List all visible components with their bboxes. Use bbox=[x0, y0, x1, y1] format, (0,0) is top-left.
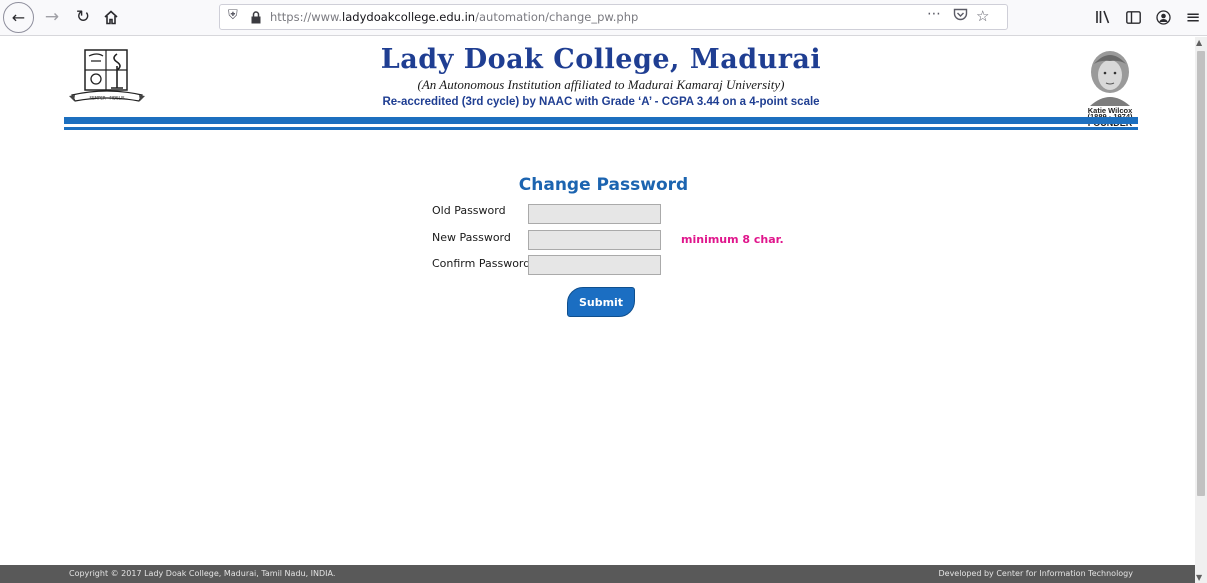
home-icon[interactable] bbox=[96, 2, 126, 32]
scroll-up-icon[interactable]: ▲ bbox=[1196, 38, 1202, 47]
page-title: Change Password bbox=[518, 175, 689, 195]
reload-icon[interactable]: ↻ bbox=[68, 2, 98, 32]
sidebar-icon[interactable] bbox=[1118, 2, 1148, 32]
college-header: SEMPER · FIDELIS Lady Doak College, Madu… bbox=[64, 40, 1138, 135]
pocket-icon[interactable] bbox=[953, 7, 968, 26]
library-icon[interactable] bbox=[1088, 2, 1118, 32]
developer-credit: Developed by Center for Information Tech… bbox=[938, 569, 1133, 578]
college-subtitle: (An Autonomous Institution affiliated to… bbox=[417, 77, 785, 92]
password-length-hint: minimum 8 char. bbox=[681, 233, 784, 246]
accreditation-text: Re-accredited (3rd cycle) by NAAC with G… bbox=[382, 96, 820, 108]
submit-button[interactable]: Submit bbox=[567, 287, 635, 317]
url-text[interactable]: https://www.ladydoakcollege.edu.in/autom… bbox=[270, 10, 638, 24]
college-title: Lady Doak College, Madurai bbox=[380, 44, 822, 75]
confirm-password-label: Confirm Password bbox=[432, 257, 531, 270]
forward-arrow-icon[interactable]: → bbox=[37, 2, 67, 32]
lock-icon[interactable] bbox=[251, 11, 261, 24]
account-icon[interactable] bbox=[1148, 2, 1178, 32]
browser-toolbar: ← → ↻ ⛨ https://www.ladydoakcollege.edu.… bbox=[0, 0, 1207, 36]
confirm-password-input[interactable] bbox=[528, 255, 661, 275]
scrollbar-thumb[interactable] bbox=[1197, 51, 1205, 496]
scroll-down-icon[interactable]: ▼ bbox=[1196, 573, 1202, 582]
copyright-text: Copyright © 2017 Lady Doak College, Madu… bbox=[69, 569, 336, 578]
tracking-shield-icon[interactable]: ⛨ bbox=[228, 8, 238, 23]
vertical-scrollbar[interactable]: ▲ ▼ bbox=[1195, 37, 1207, 583]
old-password-input[interactable] bbox=[528, 204, 661, 224]
header-divider-thin bbox=[64, 127, 1138, 130]
back-arrow-icon[interactable]: ← bbox=[3, 2, 34, 33]
address-bar[interactable]: ⛨ https://www.ladydoakcollege.edu.in/aut… bbox=[219, 4, 1008, 30]
new-password-label: New Password bbox=[432, 231, 511, 244]
old-password-label: Old Password bbox=[432, 204, 506, 217]
menu-icon[interactable]: ≡ bbox=[1178, 2, 1207, 32]
footer: Copyright © 2017 Lady Doak College, Madu… bbox=[0, 565, 1195, 583]
bookmark-star-icon[interactable]: ☆ bbox=[976, 7, 989, 25]
header-divider bbox=[64, 117, 1138, 124]
new-password-input[interactable] bbox=[528, 230, 661, 250]
page-actions-icon[interactable]: ⋯ bbox=[927, 6, 942, 22]
